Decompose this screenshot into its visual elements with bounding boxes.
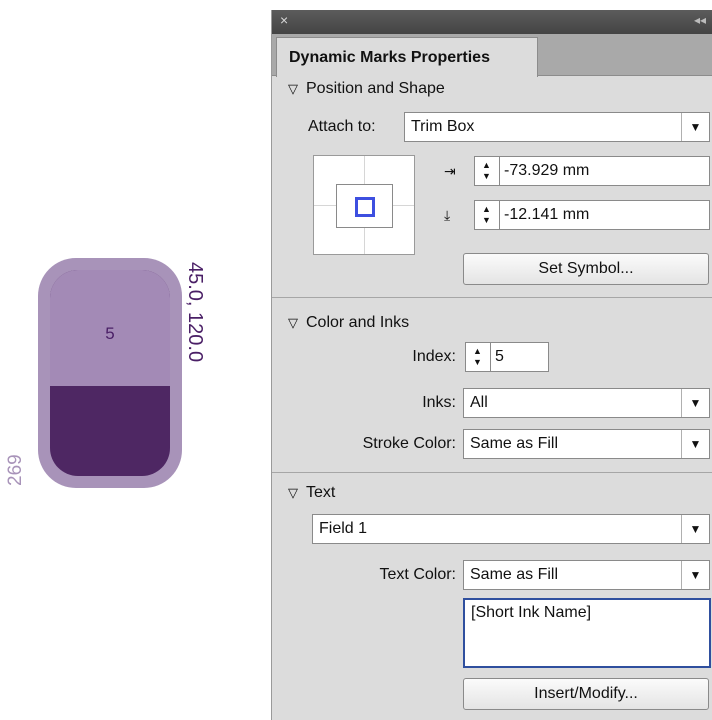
position-and-shape-section-toggle[interactable]: ▽ Position and Shape [288,80,445,98]
y-offset-icon: ⤓ [444,207,451,223]
set-symbol-button[interactable]: Set Symbol... [463,253,709,285]
panel-tab-row: Dynamic Marks Properties [272,34,712,77]
index-field[interactable]: 5 [491,342,549,372]
text-color-dropdown[interactable]: Same as Fill ▼ [463,560,710,590]
text-field-dropdown[interactable]: Field 1 ▼ [312,514,710,544]
chevron-down-icon: ▼ [681,515,709,543]
y-offset-field[interactable]: -12.141 mm [500,200,710,230]
x-offset-stepper[interactable]: ▲ ▼ [474,156,500,186]
panel-titlebar: × ◂◂ [272,10,712,34]
color-and-inks-section-toggle[interactable]: ▽ Color and Inks [288,314,409,332]
step-down-icon[interactable]: ▼ [482,172,491,181]
step-down-icon[interactable]: ▼ [482,216,491,225]
mark-text-input[interactable]: [Short Ink Name] [463,598,711,668]
mark-index-text: 5 [105,324,115,343]
stroke-color-label: Stroke Color: [362,435,456,452]
stroke-color-value: Same as Fill [470,435,559,452]
x-offset-field[interactable]: -73.929 mm [500,156,710,186]
collapse-panel-icon[interactable]: ◂◂ [694,13,706,27]
step-up-icon[interactable]: ▲ [482,205,491,214]
chevron-down-icon: ▼ [681,113,709,141]
step-up-icon[interactable]: ▲ [482,161,491,170]
mark-coordinates-text: 45.0, 120.0 [184,262,206,363]
close-icon[interactable]: × [280,12,288,28]
dynamic-marks-properties-panel: × ◂◂ Dynamic Marks Properties ▽ Position … [271,10,712,720]
insert-modify-button[interactable]: Insert/Modify... [463,678,709,710]
section-divider [272,297,712,298]
section-heading: Position and Shape [306,80,445,97]
text-field-value: Field 1 [319,520,368,537]
x-offset-icon: ⇥ [444,163,456,179]
mark-body: 5 [50,270,170,476]
section-divider [272,472,712,473]
text-color-label: Text Color: [379,566,456,583]
reference-point-proxy[interactable] [313,155,415,255]
reference-point-selected[interactable] [355,197,375,217]
tab-dynamic-marks-properties[interactable]: Dynamic Marks Properties [276,37,538,77]
stroke-color-dropdown[interactable]: Same as Fill ▼ [463,429,710,459]
disclosure-triangle-icon: ▽ [288,81,298,96]
step-down-icon[interactable]: ▼ [473,358,482,367]
text-section-toggle[interactable]: ▽ Text [288,484,335,502]
text-color-value: Same as Fill [470,566,559,583]
disclosure-triangle-icon: ▽ [288,485,298,500]
dynamic-mark-preview: 5 [38,258,182,488]
section-heading: Color and Inks [306,314,410,331]
chevron-down-icon: ▼ [681,430,709,458]
step-up-icon[interactable]: ▲ [473,347,482,356]
inks-dropdown[interactable]: All ▼ [463,388,710,418]
attach-to-label: Attach to: [308,118,376,135]
chevron-down-icon: ▼ [681,561,709,589]
inks-value: All [470,394,488,411]
chevron-down-icon: ▼ [681,389,709,417]
disclosure-triangle-icon: ▽ [288,315,298,330]
section-heading: Text [306,484,336,501]
inks-label: Inks: [422,394,456,411]
index-stepper[interactable]: ▲ ▼ [465,342,491,372]
index-label: Index: [412,348,456,365]
y-offset-stepper[interactable]: ▲ ▼ [474,200,500,230]
mark-side-number: 269 [5,454,26,486]
attach-to-value: Trim Box [411,118,475,135]
attach-to-dropdown[interactable]: Trim Box ▼ [404,112,710,142]
